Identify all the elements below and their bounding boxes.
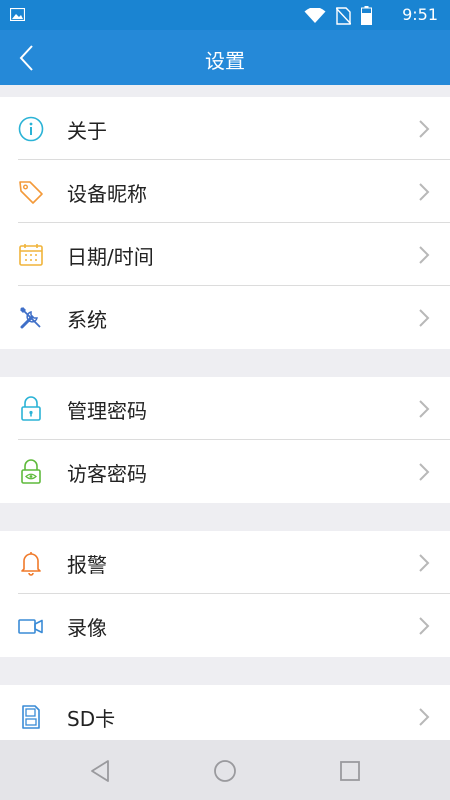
tag-icon [19, 181, 43, 204]
nav-home-icon[interactable] [212, 758, 238, 784]
settings-item-label: 录像 [67, 616, 107, 640]
bell-icon [21, 552, 41, 576]
settings-item-system[interactable]: 系统 [0, 286, 450, 349]
chevron-right-icon [419, 246, 430, 264]
battery-icon [361, 6, 372, 25]
settings-item-date-time[interactable]: 日期/时间 [0, 223, 450, 286]
settings-item-label: 关于 [67, 119, 107, 143]
guest-lock-icon [21, 459, 41, 484]
settings-item-label: SD卡 [67, 707, 116, 731]
chevron-right-icon [419, 400, 430, 418]
image-notification-icon [10, 8, 25, 21]
settings-item-label: 日期/时间 [67, 245, 154, 269]
settings-item-sd-card[interactable]: SD卡 [0, 685, 450, 740]
video-icon [18, 619, 43, 634]
nav-recents-icon[interactable] [337, 758, 363, 784]
settings-list: 关于 设备昵称 日期/时间 系统 管理密码 访客密码 报警 录像 SD卡 [0, 85, 450, 740]
nav-back-icon[interactable] [88, 758, 114, 784]
chevron-right-icon [419, 183, 430, 201]
chevron-right-icon [419, 120, 430, 138]
settings-item-guest-password[interactable]: 访客密码 [0, 440, 450, 503]
settings-item-label: 管理密码 [67, 399, 147, 423]
settings-item-device-nickname[interactable]: 设备昵称 [0, 160, 450, 223]
chevron-right-icon [419, 554, 430, 572]
settings-item-label: 访客密码 [67, 462, 147, 486]
tools-icon [20, 307, 41, 329]
chevron-right-icon [419, 463, 430, 481]
no-sim-icon [336, 6, 351, 25]
system-navigation-bar [0, 740, 450, 800]
chevron-right-icon [419, 708, 430, 726]
status-bar: 9:51 [0, 0, 450, 30]
settings-item-label: 系统 [67, 308, 107, 332]
info-icon [18, 116, 44, 142]
app-bar: 设置 [0, 30, 450, 85]
settings-item-label: 报警 [67, 553, 107, 577]
sdcard-icon [22, 705, 40, 729]
settings-group: SD卡 [0, 685, 450, 740]
settings-item-admin-password[interactable]: 管理密码 [0, 377, 450, 440]
settings-group: 关于 设备昵称 日期/时间 系统 [0, 97, 450, 349]
settings-group: 报警 录像 [0, 531, 450, 657]
settings-item-recording[interactable]: 录像 [0, 594, 450, 657]
page-title: 设置 [205, 49, 245, 73]
chevron-right-icon [419, 617, 430, 635]
lock-icon [21, 396, 41, 421]
status-icons [304, 6, 372, 25]
settings-item-alarm[interactable]: 报警 [0, 531, 450, 594]
chevron-right-icon [419, 309, 430, 327]
calendar-icon [19, 244, 43, 266]
status-time: 9:51 [402, 5, 438, 24]
settings-item-about[interactable]: 关于 [0, 97, 450, 160]
settings-group: 管理密码 访客密码 [0, 377, 450, 503]
settings-item-label: 设备昵称 [67, 182, 147, 206]
wifi-icon [304, 7, 326, 23]
